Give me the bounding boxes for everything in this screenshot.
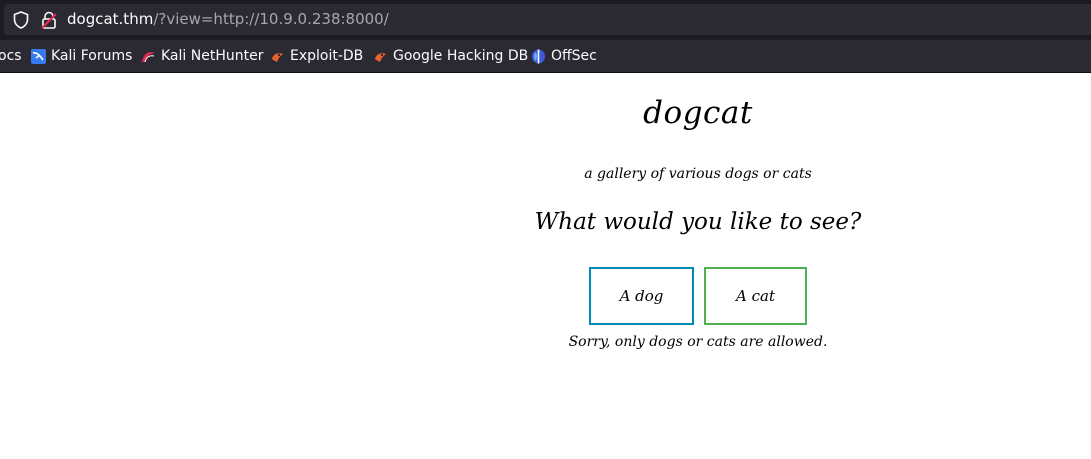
cat-button[interactable]: A cat [704,267,807,325]
bookmark-label: Google Hacking DB [393,48,529,64]
bookmark-kali-forums[interactable]: Kali Forums [31,47,132,65]
bookmark-exploit-db[interactable]: Exploit-DB [270,47,363,65]
bookmark-label: Kali NetHunter [161,48,264,64]
shield-icon[interactable] [13,11,29,33]
exploit-db-icon [272,52,283,62]
url-path: /?view=http://10.9.0.238:8000/ [153,10,389,28]
site-tagline: a gallery of various dogs or cats [584,166,812,182]
bookmark-kali-nethunter[interactable]: Kali NetHunter [141,47,263,65]
page-content: dogcat a gallery of various dogs or cats… [0,73,1091,459]
question-heading: What would you like to see? [534,209,862,235]
ghdb-icon [375,52,386,62]
browser-url-bar: dogcat.thm/?view=http://10.9.0.238:8000/ [0,0,1091,40]
bookmark-label: Kali Forums [51,48,133,64]
bookmark-offsec[interactable]: OffSec [531,47,597,65]
lock-insecure-icon[interactable] [41,11,57,33]
kali-nethunter-icon [142,51,155,62]
dog-button[interactable]: A dog [589,267,694,325]
bookmark-google-hacking-db[interactable]: Google Hacking DB [373,47,528,65]
bookmark-docs[interactable]: ocs [0,47,22,65]
url-text[interactable]: dogcat.thm/?view=http://10.9.0.238:8000/ [67,10,389,28]
bookmark-label: OffSec [551,48,597,64]
bookmark-label: ocs [0,48,22,64]
url-host: dogcat.thm [67,10,154,28]
kali-forums-icon [31,48,46,64]
bookmark-label: Exploit-DB [290,48,364,64]
offsec-icon [532,49,545,63]
notice-text: Sorry, only dogs or cats are allowed. [568,334,828,350]
site-title: dogcat [643,95,753,131]
bookmarks-toolbar: ocs Kali Forums Kali NetHunter Exploit-D… [0,40,1091,73]
